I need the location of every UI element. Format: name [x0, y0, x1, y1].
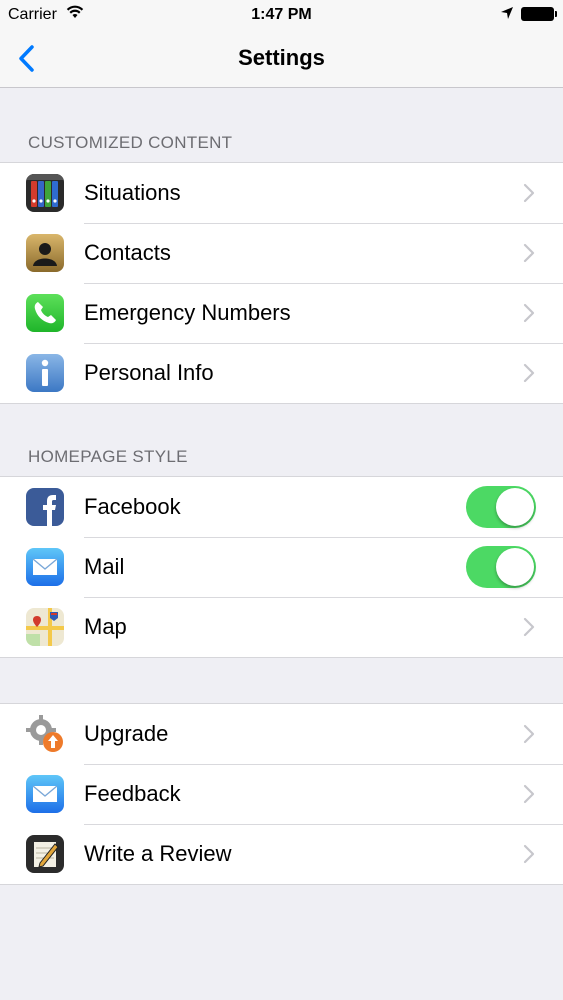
row-contacts[interactable]: Contacts: [0, 223, 563, 283]
facebook-icon: [26, 488, 64, 526]
row-label: Facebook: [84, 494, 181, 519]
chevron-right-icon: [523, 363, 535, 383]
row-label: Emergency Numbers: [84, 300, 291, 325]
row-mail: Mail: [0, 537, 563, 597]
battery-icon: [521, 7, 557, 21]
row-label: Mail: [84, 554, 125, 579]
row-label: Situations: [84, 180, 181, 205]
chevron-right-icon: [523, 183, 535, 203]
other-group: Upgrade Feedback Write a Review: [0, 703, 563, 885]
row-label: Map: [84, 614, 127, 639]
row-situations[interactable]: Situations: [0, 163, 563, 223]
chevron-right-icon: [523, 303, 535, 323]
chevron-right-icon: [523, 784, 535, 804]
chevron-right-icon: [523, 243, 535, 263]
info-icon: [26, 354, 64, 392]
folders-icon: [26, 174, 64, 212]
page-title: Settings: [238, 45, 325, 70]
row-facebook: Facebook: [0, 477, 563, 537]
row-feedback[interactable]: Feedback: [0, 764, 563, 824]
mail-icon: [26, 775, 64, 813]
mail-toggle[interactable]: [466, 546, 536, 588]
toggle-knob: [496, 548, 534, 586]
chevron-right-icon: [523, 724, 535, 744]
row-upgrade[interactable]: Upgrade: [0, 704, 563, 764]
status-time: 1:47 PM: [251, 6, 312, 23]
chevron-right-icon: [523, 844, 535, 864]
row-map[interactable]: Map: [0, 597, 563, 657]
row-write-a-review[interactable]: Write a Review: [0, 824, 563, 884]
row-label: Personal Info: [84, 360, 214, 385]
map-icon: [26, 608, 64, 646]
row-label: Write a Review: [84, 841, 232, 866]
row-label: Feedback: [84, 781, 181, 806]
review-icon: [26, 835, 64, 873]
homepage-style-group: Facebook Mail Map: [0, 476, 563, 658]
status-bar: Carrier 1:47 PM: [0, 0, 563, 30]
upgrade-icon: [26, 715, 64, 753]
navigation-bar: Settings: [0, 30, 563, 88]
section-header-homepage-style: HOMEPAGE STYLE: [28, 447, 188, 466]
location-arrow-icon: [500, 6, 514, 25]
row-personal-info[interactable]: Personal Info: [0, 343, 563, 403]
facebook-toggle[interactable]: [466, 486, 536, 528]
toggle-knob: [496, 488, 534, 526]
section-header-customized-content: CUSTOMIZED CONTENT: [28, 133, 233, 152]
phone-icon: [26, 294, 64, 332]
row-label: Upgrade: [84, 721, 169, 746]
mail-icon: [26, 548, 64, 586]
row-emergency-numbers[interactable]: Emergency Numbers: [0, 283, 563, 343]
chevron-right-icon: [523, 617, 535, 637]
row-label: Contacts: [84, 240, 171, 265]
contacts-icon: [26, 234, 64, 272]
customized-content-group: Situations Contacts Emergency Numbers Pe…: [0, 162, 563, 404]
